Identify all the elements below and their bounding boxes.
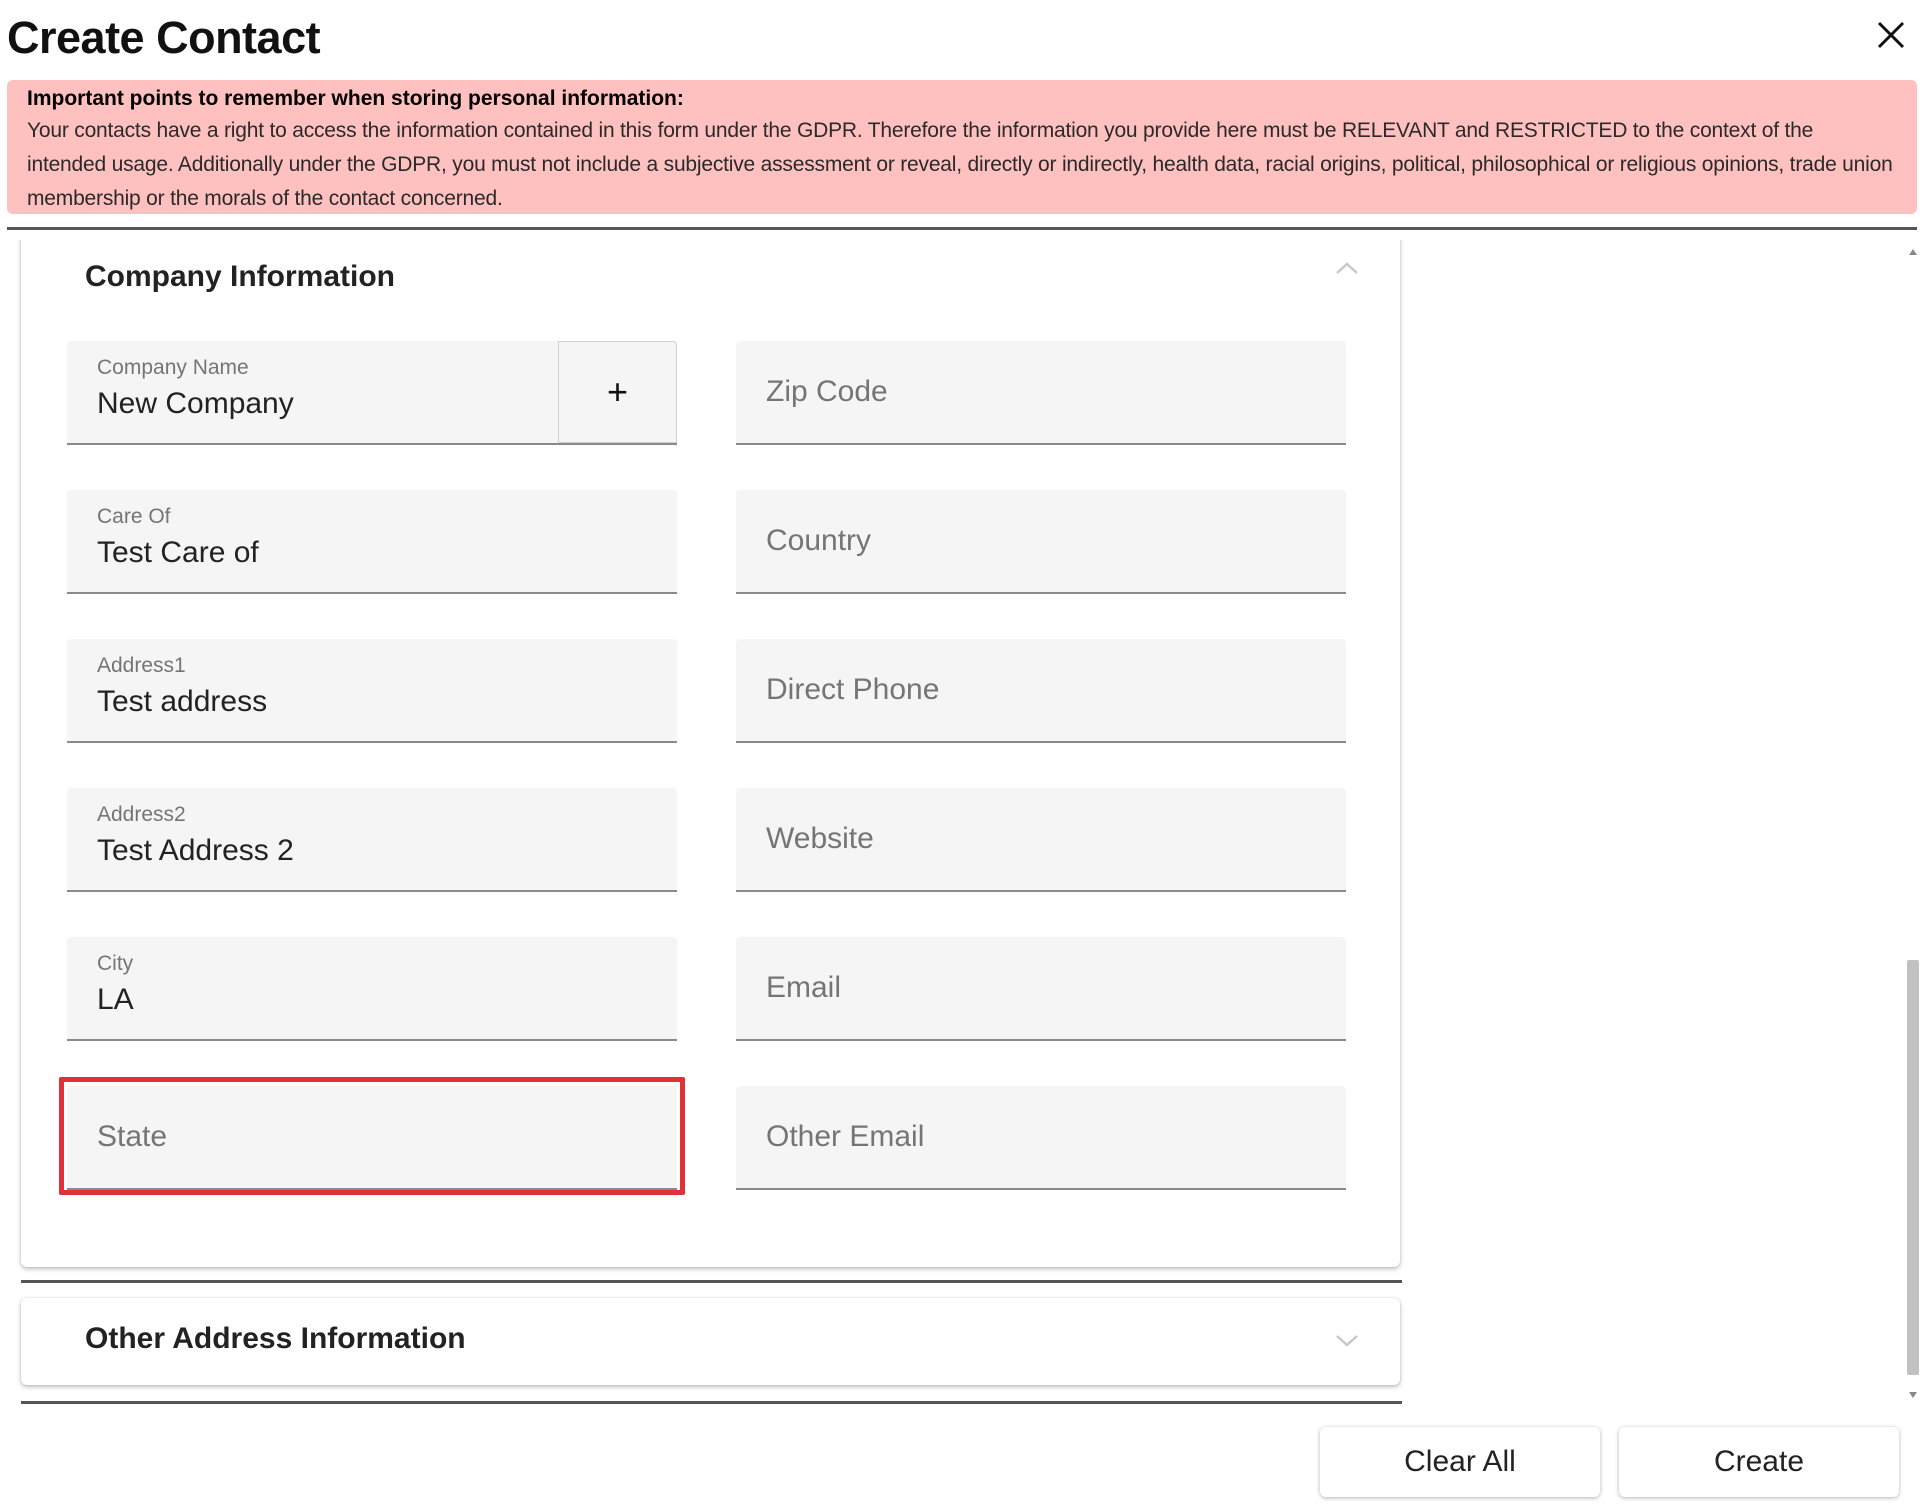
state-field[interactable]: State <box>67 1086 677 1190</box>
close-icon <box>1877 21 1905 49</box>
other-email-placeholder: Other Email <box>766 1120 925 1153</box>
direct-phone-placeholder: Direct Phone <box>766 673 940 706</box>
scrollbar-thumb[interactable] <box>1907 960 1919 1375</box>
care-of-value: Test Care of <box>97 536 259 569</box>
gdpr-notice-body: Your contacts have a right to access the… <box>27 119 1893 210</box>
scroll-up-icon[interactable] <box>1909 249 1917 255</box>
header-divider <box>7 227 1917 230</box>
address2-value: Test Address 2 <box>97 834 294 867</box>
close-button[interactable] <box>1866 10 1916 60</box>
direct-phone-field[interactable]: Direct Phone <box>736 639 1346 743</box>
care-of-field[interactable]: Care Of Test Care of <box>67 490 677 594</box>
company-name-field[interactable]: Company Name New Company + <box>67 341 677 445</box>
other-address-title[interactable]: Other Address Information <box>85 1322 466 1356</box>
other-address-panel[interactable]: Other Address Information <box>21 1298 1400 1385</box>
add-company-button[interactable]: + <box>558 341 677 443</box>
country-field[interactable]: Country <box>736 490 1346 594</box>
company-name-value: New Company <box>97 387 294 420</box>
chevron-up-icon[interactable] <box>1334 255 1360 281</box>
city-value: LA <box>97 983 134 1016</box>
section-divider <box>21 1280 1402 1283</box>
company-information-title[interactable]: Company Information <box>85 260 395 294</box>
dialog-title: Create Contact <box>7 12 321 63</box>
gdpr-notice-heading: Important points to remember when storin… <box>27 87 684 110</box>
company-information-panel: Company Information Company Name New Com… <box>21 240 1400 1267</box>
create-button[interactable]: Create <box>1619 1427 1899 1497</box>
form-scroll-area[interactable]: Company Information Company Name New Com… <box>0 240 1920 1410</box>
email-placeholder: Email <box>766 971 842 1004</box>
gdpr-notice: Important points to remember when storin… <box>7 80 1917 214</box>
chevron-down-icon[interactable] <box>1334 1328 1360 1354</box>
zip-code-field[interactable]: Zip Code <box>736 341 1346 445</box>
zip-code-placeholder: Zip Code <box>766 375 888 408</box>
address2-field[interactable]: Address2 Test Address 2 <box>67 788 677 892</box>
care-of-label: Care Of <box>97 505 171 528</box>
city-field[interactable]: City LA <box>67 937 677 1041</box>
company-name-label: Company Name <box>97 356 249 379</box>
other-email-field[interactable]: Other Email <box>736 1086 1346 1190</box>
address1-label: Address1 <box>97 654 186 677</box>
vertical-scrollbar[interactable] <box>1906 245 1920 1402</box>
state-placeholder: State <box>97 1120 168 1153</box>
section-divider <box>21 1401 1402 1404</box>
address2-label: Address2 <box>97 803 186 826</box>
scroll-down-icon[interactable] <box>1909 1392 1917 1398</box>
country-placeholder: Country <box>766 524 872 557</box>
city-label: City <box>97 952 134 975</box>
website-placeholder: Website <box>766 822 874 855</box>
clear-all-button[interactable]: Clear All <box>1320 1427 1600 1497</box>
address1-field[interactable]: Address1 Test address <box>67 639 677 743</box>
email-field[interactable]: Email <box>736 937 1346 1041</box>
website-field[interactable]: Website <box>736 788 1346 892</box>
address1-value: Test address <box>97 685 268 718</box>
